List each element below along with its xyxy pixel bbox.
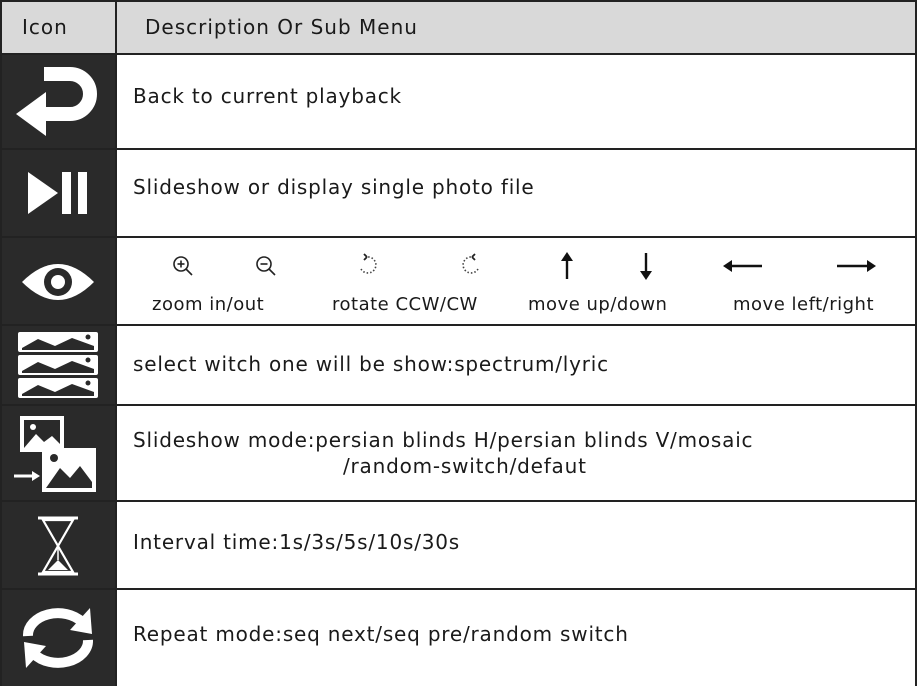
row-description-continued: /random-switch/defaut (343, 454, 587, 478)
header-icon-label: Icon (22, 15, 68, 39)
row-divider (0, 404, 917, 406)
table-header (0, 0, 917, 54)
return-arrow-icon (16, 67, 97, 136)
row-divider (0, 148, 917, 150)
row-description: Back to current playback (133, 84, 402, 108)
row-divider (0, 53, 917, 55)
row-icon-cell (0, 54, 116, 148)
row-divider (0, 0, 917, 2)
zoom-in-icon (168, 254, 198, 278)
submenu-label: move left/right (733, 294, 875, 315)
row-icon-cell (0, 150, 116, 236)
row-description: select witch one will be show:spectrum/l… (133, 352, 609, 376)
row-description: Slideshow mode:persian blinds H/persian … (133, 428, 754, 452)
rotate-cw-icon (456, 252, 486, 278)
row-icon-cell (0, 502, 116, 588)
row-description: Slideshow or display single photo file (133, 175, 535, 199)
row-description: Interval time:1s/3s/5s/10s/30s (133, 530, 460, 554)
row-icon-cell (0, 238, 116, 324)
eye-icon (22, 264, 94, 300)
header-description-label: Description Or Sub Menu (145, 15, 418, 39)
arrow-right-icon (835, 258, 877, 274)
submenu-label: rotate CCW/CW (332, 294, 478, 315)
icon-description-table: Icon Description Or Sub Menu Back to cur… (0, 0, 917, 686)
arrow-down-icon (631, 251, 661, 281)
hourglass-icon (38, 516, 78, 576)
row-divider (0, 236, 917, 238)
row-description: Repeat mode:seq next/seq pre/random swit… (133, 622, 629, 646)
repeat-icon (23, 608, 93, 668)
arrow-up-icon (552, 251, 582, 281)
row-icon-cell (0, 590, 116, 686)
zoom-out-icon (251, 254, 281, 278)
row-divider (0, 324, 917, 326)
rotate-ccw-icon (353, 252, 383, 278)
row-divider (0, 500, 917, 502)
slideshow-transition-icon (14, 416, 96, 492)
play-pause-icon (28, 172, 87, 214)
submenu-label: zoom in/out (152, 294, 265, 315)
row-divider (0, 588, 917, 590)
row-icon-cell (0, 326, 116, 404)
submenu-label: move up/down (528, 294, 668, 315)
column-divider (115, 0, 117, 686)
table-border (0, 0, 2, 686)
stacked-images-icon (18, 332, 98, 398)
arrow-left-icon (722, 258, 764, 274)
row-icon-cell (0, 406, 116, 500)
